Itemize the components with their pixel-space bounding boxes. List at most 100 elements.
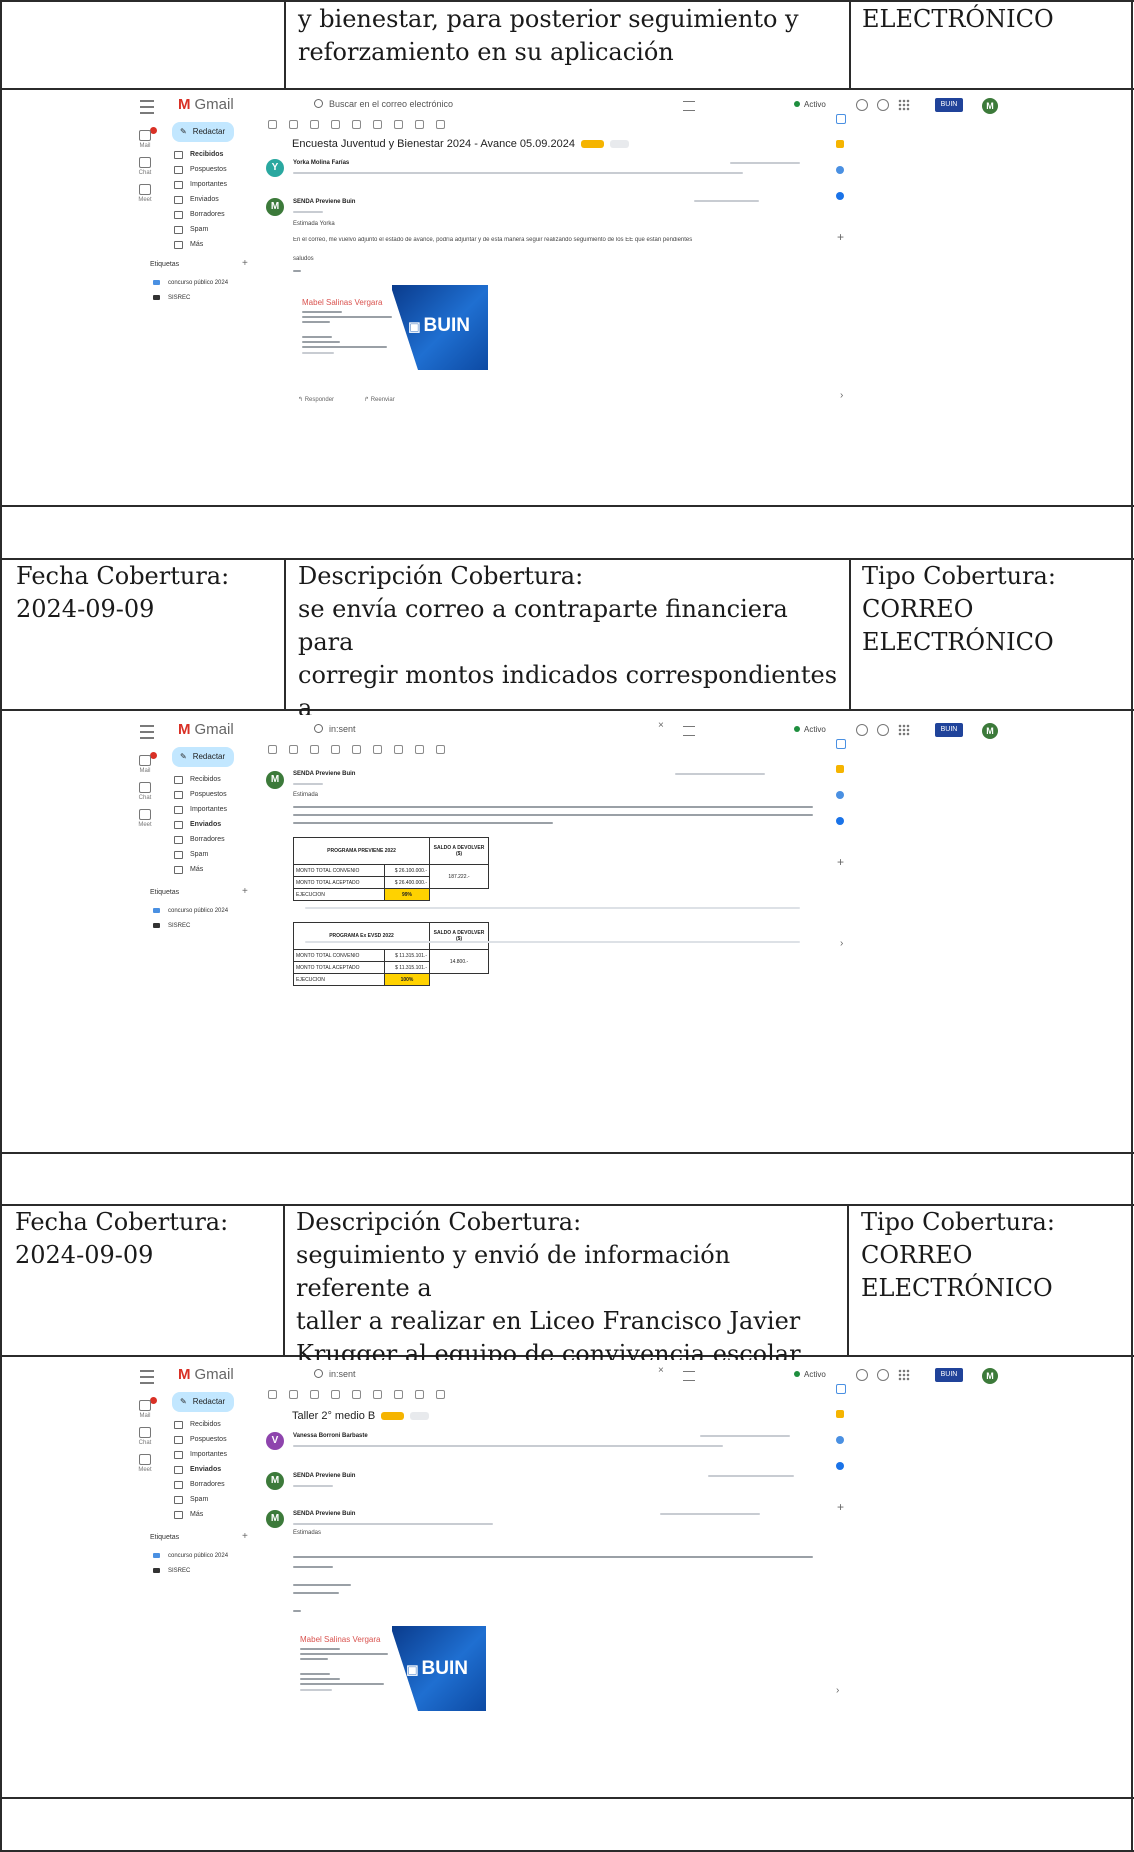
- contacts-icon[interactable]: [836, 817, 844, 825]
- apps-grid-icon[interactable]: [898, 1369, 910, 1381]
- reply-button[interactable]: ↰ Responder: [298, 396, 334, 403]
- label-item[interactable]: SISREC: [150, 919, 190, 933]
- expand-panel-icon[interactable]: ›: [836, 1685, 839, 1696]
- add-label-icon[interactable]: +: [242, 1531, 248, 1542]
- snooze-icon[interactable]: [373, 120, 382, 129]
- nav-sent[interactable]: Enviados: [172, 817, 282, 832]
- search-options-icon[interactable]: [683, 726, 695, 736]
- avatar[interactable]: M: [982, 723, 998, 739]
- mark-icon[interactable]: [352, 745, 361, 754]
- tasks-icon[interactable]: [836, 791, 844, 799]
- search-input[interactable]: Buscar en el correo electrónico: [314, 99, 453, 109]
- archive-icon[interactable]: [289, 120, 298, 129]
- nav-important[interactable]: Importantes: [172, 802, 282, 817]
- label-item[interactable]: SISREC: [150, 291, 190, 305]
- search-input[interactable]: in:sent: [314, 1369, 356, 1379]
- nav-inbox[interactable]: Recibidos: [172, 1417, 282, 1432]
- get-addons-icon[interactable]: +: [837, 855, 844, 869]
- archive-icon[interactable]: [289, 1390, 298, 1399]
- mark-icon[interactable]: [352, 120, 361, 129]
- nav-drafts[interactable]: Borradores: [172, 832, 282, 847]
- calendar-icon[interactable]: [836, 739, 846, 749]
- label-item[interactable]: SISREC: [150, 1564, 190, 1578]
- rail-meet[interactable]: Meet: [136, 1454, 154, 1473]
- calendar-icon[interactable]: [836, 1384, 846, 1394]
- nav-spam[interactable]: Spam: [172, 1492, 282, 1507]
- menu-icon[interactable]: [140, 100, 154, 114]
- move-icon[interactable]: [415, 120, 424, 129]
- avatar[interactable]: M: [982, 1368, 998, 1384]
- back-icon[interactable]: [268, 1390, 277, 1399]
- get-addons-icon[interactable]: +: [837, 230, 844, 244]
- nav-spam[interactable]: Spam: [172, 847, 282, 862]
- search-input[interactable]: in:sent: [314, 724, 356, 734]
- snooze-icon[interactable]: [373, 745, 382, 754]
- contacts-icon[interactable]: [836, 192, 844, 200]
- menu-icon[interactable]: [140, 725, 154, 739]
- nav-snoozed[interactable]: Pospuestos: [172, 787, 282, 802]
- compose-button[interactable]: Redactar: [172, 122, 234, 142]
- settings-icon[interactable]: [877, 99, 889, 111]
- rail-meet[interactable]: Meet: [136, 184, 154, 203]
- settings-icon[interactable]: [877, 1369, 889, 1381]
- label-item[interactable]: concurso público 2024: [150, 904, 228, 918]
- keep-icon[interactable]: [836, 1410, 844, 1418]
- label-toolbar-icon[interactable]: [436, 745, 445, 754]
- delete-icon[interactable]: [331, 745, 340, 754]
- delete-icon[interactable]: [331, 120, 340, 129]
- report-icon[interactable]: [310, 120, 319, 129]
- archive-icon[interactable]: [289, 745, 298, 754]
- get-addons-icon[interactable]: +: [837, 1500, 844, 1514]
- nav-more[interactable]: Más: [172, 237, 282, 252]
- task-icon[interactable]: [394, 745, 403, 754]
- snooze-icon[interactable]: [373, 1390, 382, 1399]
- task-icon[interactable]: [394, 1390, 403, 1399]
- nav-inbox[interactable]: Recibidos: [172, 147, 282, 162]
- menu-icon[interactable]: [140, 1370, 154, 1384]
- compose-button[interactable]: Redactar: [172, 1392, 234, 1412]
- add-label-icon[interactable]: +: [242, 258, 248, 269]
- rail-chat[interactable]: Chat: [136, 1427, 154, 1446]
- compose-button[interactable]: Redactar: [172, 747, 234, 767]
- tasks-icon[interactable]: [836, 166, 844, 174]
- task-icon[interactable]: [394, 120, 403, 129]
- add-label-icon[interactable]: +: [242, 886, 248, 897]
- search-options-icon[interactable]: [683, 1371, 695, 1381]
- keep-icon[interactable]: [836, 765, 844, 773]
- calendar-icon[interactable]: [836, 114, 846, 124]
- nav-important[interactable]: Importantes: [172, 177, 282, 192]
- move-icon[interactable]: [415, 1390, 424, 1399]
- label-toolbar-icon[interactable]: [436, 1390, 445, 1399]
- status-active[interactable]: Activo: [794, 1370, 826, 1379]
- clear-search-icon[interactable]: ×: [658, 720, 664, 731]
- help-icon[interactable]: [856, 1369, 868, 1381]
- nav-important[interactable]: Importantes: [172, 1447, 282, 1462]
- report-icon[interactable]: [310, 745, 319, 754]
- search-options-icon[interactable]: [683, 101, 695, 111]
- nav-more[interactable]: Más: [172, 862, 282, 877]
- mark-icon[interactable]: [352, 1390, 361, 1399]
- back-icon[interactable]: [268, 120, 277, 129]
- apps-grid-icon[interactable]: [898, 99, 910, 111]
- tasks-icon[interactable]: [836, 1436, 844, 1444]
- avatar[interactable]: M: [982, 98, 998, 114]
- rail-mail[interactable]: Mail: [136, 130, 154, 149]
- move-icon[interactable]: [415, 745, 424, 754]
- status-active[interactable]: Activo: [794, 100, 826, 109]
- rail-mail[interactable]: Mail: [136, 755, 154, 774]
- label-toolbar-icon[interactable]: [436, 120, 445, 129]
- rail-chat[interactable]: Chat: [136, 157, 154, 176]
- clear-search-icon[interactable]: ×: [658, 1365, 664, 1376]
- back-icon[interactable]: [268, 745, 277, 754]
- rail-meet[interactable]: Meet: [136, 809, 154, 828]
- settings-icon[interactable]: [877, 724, 889, 736]
- rail-chat[interactable]: Chat: [136, 782, 154, 801]
- nav-sent[interactable]: Enviados: [172, 1462, 282, 1477]
- delete-icon[interactable]: [331, 1390, 340, 1399]
- keep-icon[interactable]: [836, 140, 844, 148]
- label-item[interactable]: concurso público 2024: [150, 276, 228, 290]
- apps-grid-icon[interactable]: [898, 724, 910, 736]
- contacts-icon[interactable]: [836, 1462, 844, 1470]
- expand-panel-icon[interactable]: ›: [840, 938, 843, 949]
- help-icon[interactable]: [856, 99, 868, 111]
